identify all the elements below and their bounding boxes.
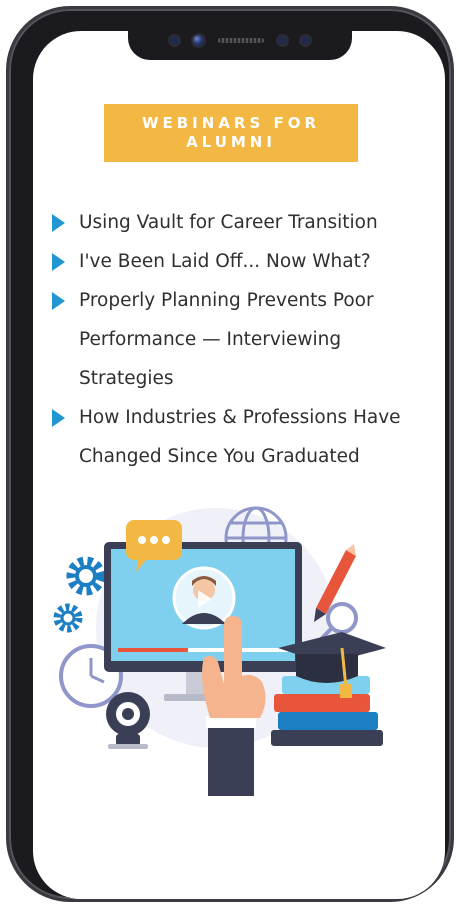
list-item: Using Vault for Career Transition	[52, 203, 442, 242]
earpiece-speaker	[218, 37, 264, 43]
webcam-icon	[106, 692, 150, 749]
books-icon	[271, 676, 383, 746]
webinars-title-banner: WEBINARS FOR ALUMNI	[104, 104, 358, 162]
triangle-bullet-icon	[52, 292, 65, 310]
sensor-icon	[301, 35, 310, 45]
front-camera-icon	[193, 34, 204, 46]
gear-icon-hub	[75, 565, 97, 587]
topic-label: Properly Planning Prevents Poor Performa…	[79, 290, 374, 389]
title-line-1: WEBINARS FOR	[141, 114, 321, 132]
gear-icon-hub	[60, 610, 76, 626]
topic-label: How Industries & Professions Have Change…	[79, 407, 401, 467]
sensor-icon	[170, 35, 179, 45]
page-title: WEBINARS FOR ALUMNI	[131, 114, 331, 152]
sensor-icon	[278, 35, 287, 45]
topic-label: I've Been Laid Off... Now What?	[79, 251, 371, 272]
topic-label: Using Vault for Career Transition	[79, 212, 378, 233]
list-item: I've Been Laid Off... Now What?	[52, 242, 442, 281]
phone-notch	[128, 20, 352, 60]
video-presenter-icon	[172, 566, 236, 630]
title-line-2: ALUMNI	[186, 133, 276, 151]
webinar-topic-list: Using Vault for Career Transition I've B…	[52, 203, 442, 476]
list-item: How Industries & Professions Have Change…	[52, 398, 439, 476]
video-progress-fill	[118, 648, 188, 652]
triangle-bullet-icon	[52, 214, 65, 232]
triangle-bullet-icon	[52, 253, 65, 271]
triangle-bullet-icon	[52, 409, 65, 427]
list-item: Properly Planning Prevents Poor Performa…	[52, 281, 409, 398]
gear-icon	[53, 603, 83, 633]
webinar-computer-illustration	[53, 506, 386, 796]
